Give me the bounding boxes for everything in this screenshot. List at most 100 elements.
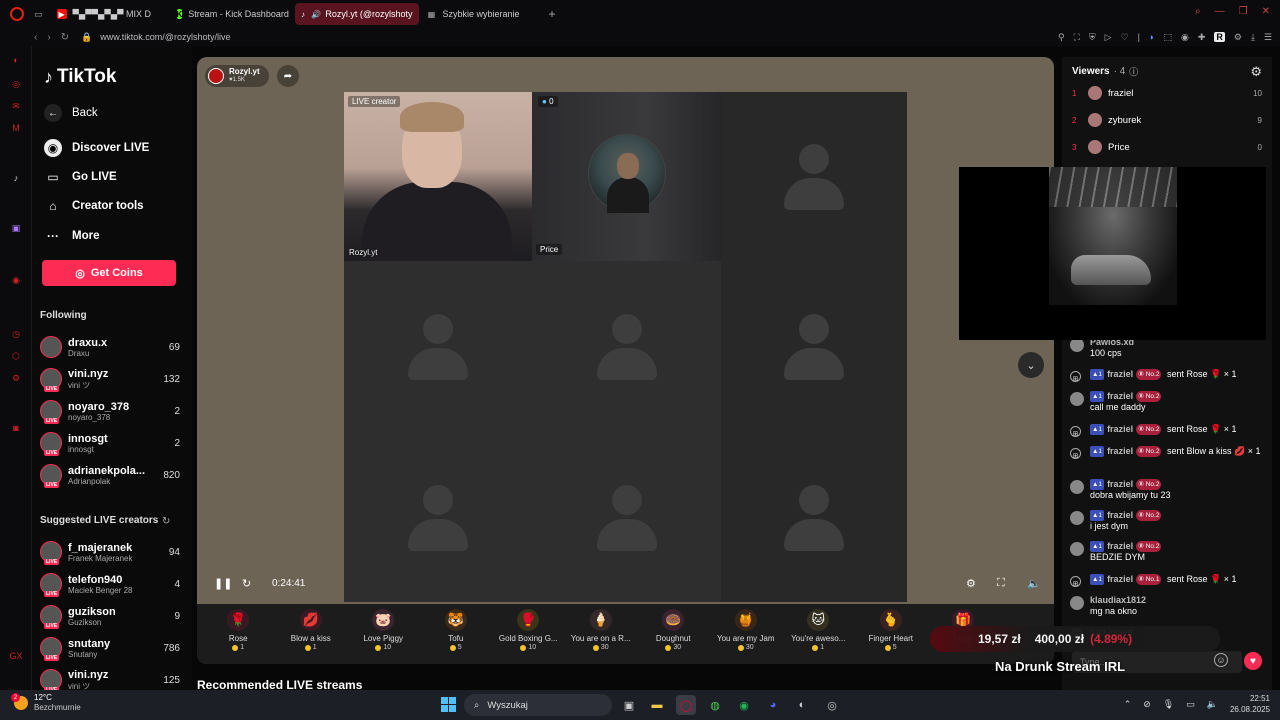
empty-seat[interactable] bbox=[721, 261, 907, 433]
account-item[interactable]: LIVE guzikson Guzikson 9 bbox=[40, 601, 180, 631]
taskbar-search[interactable]: ⌕ Wyszukaj bbox=[464, 694, 612, 716]
viewer-row[interactable]: 2 zyburek 9 bbox=[1072, 109, 1262, 131]
pin-icon[interactable]: ⚲ bbox=[1058, 32, 1065, 43]
shield-icon[interactable]: ⛨ bbox=[1089, 32, 1096, 43]
snapshot-icon[interactable]: ⛶ bbox=[1074, 32, 1080, 43]
chat-message[interactable]: klaudiax1812 mg na okno bbox=[1070, 595, 1266, 617]
steam-icon[interactable]: ◉ bbox=[1181, 32, 1189, 43]
guest-tile-host[interactable]: LIVE creator Rozyl.yt bbox=[344, 92, 532, 261]
help-icon[interactable]: ⓘ bbox=[1129, 65, 1138, 78]
settings-icon[interactable]: ⚙ bbox=[966, 577, 976, 590]
tab-speed-dial[interactable]: ▦ Szybkie wybieranie bbox=[421, 3, 545, 25]
audio-playing-icon[interactable]: 🔊 bbox=[311, 10, 321, 19]
back-button[interactable]: ← Back bbox=[44, 104, 98, 122]
history-rail-icon[interactable]: ◷ bbox=[10, 328, 22, 340]
go-live-link[interactable]: ▭ Go LIVE bbox=[44, 168, 116, 186]
gift-item[interactable]: 💋 Blow a kiss 1 bbox=[275, 604, 348, 662]
url-field[interactable]: www.tiktok.com/@rozylshoty/live bbox=[100, 32, 230, 42]
profile-r-icon[interactable]: R bbox=[1214, 32, 1225, 42]
spotify-icon[interactable]: ◉ bbox=[734, 695, 754, 715]
gift-item[interactable]: 🍯 You are my Jam 30 bbox=[710, 604, 783, 662]
back-arrow-icon[interactable]: ‹ bbox=[34, 32, 37, 43]
workspaces-icon[interactable]: ▭ bbox=[34, 9, 43, 20]
gift-item[interactable]: 🍩 Doughnut 30 bbox=[637, 604, 710, 662]
chat-message[interactable]: ▲1 fraziel ⑧ No.2 dobra wbijamy tu 23 bbox=[1070, 479, 1266, 501]
extensions-rail-icon[interactable]: ⬡ bbox=[10, 350, 22, 362]
account-item[interactable]: LIVE f_majeranek Franek Majeranek 94 bbox=[40, 537, 180, 567]
speaker-icon[interactable]: 🔈 bbox=[1207, 699, 1218, 710]
opera-gx-icon[interactable]: ◯ bbox=[676, 695, 696, 715]
refresh-icon[interactable]: ↻ bbox=[162, 516, 170, 527]
discord-icon[interactable]: ◕ bbox=[763, 695, 783, 715]
chat-gift-event[interactable]: ⊞ ▲1 fraziel ⑧ No.2 sent Blow a kiss 💋 × 1 bbox=[1070, 446, 1266, 460]
tab-tiktok-live[interactable]: ♪ 🔊 Rozyl.yt (@rozylshoty bbox=[294, 3, 419, 25]
start-button[interactable] bbox=[441, 697, 456, 712]
gift-item[interactable]: 🥊 Gold Boxing G... 10 bbox=[492, 604, 565, 662]
download-icon[interactable]: ⤓ bbox=[1251, 32, 1255, 43]
gift-item[interactable]: 🫰 Finger Heart 5 bbox=[855, 604, 928, 662]
scroll-down-button[interactable]: ⌄ bbox=[1018, 352, 1044, 378]
heart-bookmark-icon[interactable]: ♡ bbox=[1121, 32, 1129, 43]
network-off-icon[interactable]: ⊘ bbox=[1143, 699, 1151, 710]
chat-gift-event[interactable]: ⊞ ▲1 fraziel ⑧ No.2 sent Rose 🌹 × 1 bbox=[1070, 424, 1266, 438]
creator-tools-link[interactable]: ⌂ Creator tools bbox=[44, 197, 143, 215]
settings-gear-icon[interactable]: ⚙ bbox=[1250, 64, 1262, 80]
get-coins-button[interactable]: ◎ Get Coins bbox=[42, 260, 176, 286]
gmail-rail-icon[interactable]: M bbox=[10, 122, 22, 134]
extension-icon[interactable]: ⬚ bbox=[1163, 32, 1172, 43]
empty-seat[interactable] bbox=[532, 261, 721, 433]
emoji-icon[interactable]: ☺ bbox=[1214, 653, 1228, 667]
account-item[interactable]: LIVE noyaro_378 noyaro_378 2 bbox=[40, 396, 180, 426]
gift-item[interactable]: 🌹 Rose 1 bbox=[202, 604, 275, 662]
guest-tile-price[interactable]: ● 0 Price bbox=[532, 92, 721, 261]
empty-seat[interactable] bbox=[721, 92, 907, 261]
menu-icon[interactable]: ☰ bbox=[1264, 32, 1272, 43]
viewer-row[interactable]: 1 fraziel 10 bbox=[1072, 82, 1262, 104]
twitch-rail-icon[interactable]: ▣ bbox=[10, 222, 22, 234]
account-item[interactable]: LIVE innosgt innosgt 2 bbox=[40, 428, 180, 458]
gx-rail-icon[interactable]: GX bbox=[10, 650, 23, 662]
restore-icon[interactable]: ❐ bbox=[1239, 6, 1248, 17]
account-item[interactable]: draxu.x Draxu 69 bbox=[40, 332, 180, 362]
chrome-icon[interactable]: ◍ bbox=[705, 695, 725, 715]
flow-rail-icon[interactable]: ◙ bbox=[10, 422, 22, 434]
volume-icon[interactable]: 🔈 bbox=[1027, 577, 1041, 590]
gift-item[interactable]: 🍦 You are on a R... 30 bbox=[565, 604, 638, 662]
gift-item[interactable]: 🐯 Tofu 5 bbox=[420, 604, 493, 662]
account-item[interactable]: LIVE snutany Snutany 786 bbox=[40, 633, 180, 663]
clock[interactable]: 22:51 26.08.2025 bbox=[1230, 693, 1270, 715]
new-tab-icon[interactable]: + bbox=[549, 7, 556, 21]
gift-item[interactable]: 🐱 You're aweso... 1 bbox=[782, 604, 855, 662]
account-item[interactable]: LIVE vini.nyz vini ツ 132 bbox=[40, 364, 180, 394]
fullscreen-icon[interactable]: ⛶ bbox=[997, 577, 1005, 590]
share-button[interactable]: ➦ bbox=[277, 65, 299, 87]
viewer-row[interactable]: 3 Price 0 bbox=[1072, 136, 1262, 158]
tray-chevron-icon[interactable]: ⌃ bbox=[1124, 699, 1132, 710]
pause-icon[interactable]: ❚❚ bbox=[214, 577, 232, 590]
tiktok-rail-icon[interactable]: ♪ bbox=[10, 172, 22, 184]
player-rail-icon[interactable]: ◉ bbox=[10, 274, 22, 286]
empty-seat[interactable] bbox=[344, 261, 532, 433]
ai-rail-icon[interactable]: ◎ bbox=[10, 78, 22, 90]
puzzle-icon[interactable]: ✚ bbox=[1198, 32, 1206, 43]
messenger-rail-icon[interactable]: ✉ bbox=[10, 100, 22, 112]
tab-youtube-mix[interactable]: ▶ ▀▄▀▀▄▀▄▀ MIX D bbox=[51, 3, 169, 25]
host-pill[interactable]: Rozyl.yt ♥1.5K bbox=[205, 65, 269, 87]
reload-icon[interactable]: ↻ bbox=[61, 32, 69, 43]
opera-logo-icon[interactable] bbox=[10, 7, 24, 21]
chat-gift-event[interactable]: ⊞ ▲1 fraziel ⑧ No.1 sent Rose 🌹 × 1 bbox=[1070, 574, 1266, 588]
tab-kick-dashboard[interactable]: K Stream - Kick Dashboard bbox=[171, 3, 293, 25]
mic-icon[interactable]: 🎙 bbox=[1163, 699, 1174, 710]
minimize-icon[interactable]: — bbox=[1215, 6, 1225, 17]
chat-message[interactable]: ▲1 fraziel ⑧ No.2 i jest dym bbox=[1070, 510, 1266, 532]
display-icon[interactable]: ▭ bbox=[1186, 699, 1195, 710]
forward-arrow-icon[interactable]: › bbox=[47, 32, 50, 43]
tiktok-logo[interactable]: ♪ TikTok bbox=[44, 66, 116, 88]
chat-message[interactable]: Pawlos.xd 100 cps bbox=[1070, 337, 1266, 359]
settings-rail-icon[interactable]: ⚙ bbox=[10, 372, 22, 384]
more-link[interactable]: ··· More bbox=[44, 227, 99, 245]
search-tabs-icon[interactable]: ⌕ bbox=[1195, 6, 1201, 17]
like-heart-button[interactable]: ♥ bbox=[1244, 652, 1262, 670]
chat-message[interactable]: ▲1 fraziel ⑧ No.2 call me daddy bbox=[1070, 391, 1266, 413]
easy-setup-icon[interactable]: ⚙ bbox=[1234, 32, 1242, 43]
